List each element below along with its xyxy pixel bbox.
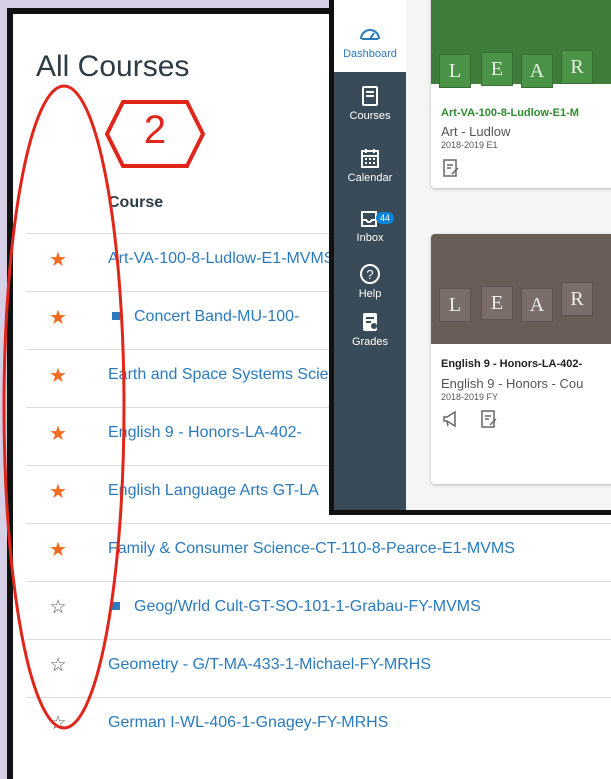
svg-text:?: ? [366, 267, 373, 282]
inbox-count-badge: 44 [376, 212, 395, 224]
course-link[interactable]: Geog/Wrld Cult-GT-SO-101-1-Grabau-FY-MVM… [108, 598, 481, 616]
course-card-term: 2018-2019 FY [441, 392, 499, 402]
course-card-title[interactable]: English 9 - Honors-LA-402- [441, 358, 582, 370]
nav-help-label: Help [358, 288, 382, 300]
announcements-icon[interactable] [441, 409, 461, 429]
unfavorited-star-icon[interactable]: ☆ [48, 714, 68, 734]
scrabble-tile: E [481, 52, 513, 86]
favorite-star-icon[interactable]: ★ [48, 366, 68, 386]
nav-inbox-label: Inbox [356, 232, 384, 244]
nav-calendar[interactable]: Calendar [334, 146, 406, 184]
course-row: ☆ Geometry - G/T-MA-433-1-Michael-FY-MRH… [26, 639, 611, 697]
scrabble-tile: E [481, 286, 513, 320]
course-color-square-icon [112, 311, 120, 320]
scrabble-tile: L [439, 54, 471, 88]
course-link-label: Concert Band-MU-100- [134, 308, 300, 325]
scrabble-tile: L [439, 288, 471, 322]
nav-inbox[interactable]: 44 Inbox [334, 206, 406, 244]
nav-courses[interactable]: Courses [334, 84, 406, 122]
favorite-star-icon[interactable]: ★ [48, 424, 68, 444]
course-link[interactable]: Art-VA-100-8-Ludlow-E1-MVMS [108, 250, 334, 268]
nav-courses-label: Courses [349, 110, 391, 122]
help-icon: ? [360, 264, 380, 284]
course-card-title[interactable]: Art-VA-100-8-Ludlow-E1-M [441, 107, 579, 119]
dashboard-overlay: Dashboard Courses Calendar 44 Inbox ? He… [329, 0, 611, 515]
calendar-icon [361, 149, 379, 168]
course-card-image: L E A R [431, 0, 611, 88]
course-column-header[interactable]: Course [108, 194, 163, 212]
course-card-image: L E A R [431, 234, 611, 344]
course-link[interactable]: Family & Consumer Science-CT-110-8-Pearc… [108, 540, 515, 558]
course-link[interactable]: German I-WL-406-1-Gnagey-FY-MRHS [108, 714, 388, 732]
course-color-square-icon [112, 601, 120, 610]
scrabble-tile: A [521, 54, 553, 88]
course-link-label: Geog/Wrld Cult-GT-SO-101-1-Grabau-FY-MVM… [134, 598, 481, 615]
course-link[interactable]: Geometry - G/T-MA-433-1-Michael-FY-MRHS [108, 656, 431, 674]
assignments-icon[interactable] [479, 409, 499, 429]
nav-grades-label: Grades [351, 336, 389, 348]
course-card[interactable]: L E A R English 9 - Honors-LA-402- Engli… [431, 234, 611, 484]
dashboard-icon [360, 29, 380, 40]
nav-dashboard-label: Dashboard [343, 48, 397, 60]
favorite-star-icon[interactable]: ★ [48, 308, 68, 328]
annotation-number: 2 [143, 108, 167, 152]
page-title: All Courses [36, 50, 190, 83]
course-link[interactable]: English 9 - Honors-LA-402- [108, 424, 302, 442]
course-row: ★ Family & Consumer Science-CT-110-8-Pea… [26, 523, 611, 581]
scrabble-tile: A [521, 288, 553, 322]
grades-icon [363, 313, 377, 331]
course-card-subtitle: Art - Ludlow [441, 124, 511, 139]
favorite-star-icon[interactable]: ★ [48, 250, 68, 270]
course-row: ☆ German I-WL-406-1-Gnagey-FY-MRHS [26, 697, 611, 755]
scrabble-tile: R [561, 282, 593, 316]
unfavorited-star-icon[interactable]: ☆ [48, 598, 68, 618]
favorite-star-icon[interactable]: ★ [48, 540, 68, 560]
courses-icon [362, 86, 378, 106]
nav-grades[interactable]: Grades [334, 310, 406, 348]
favorite-star-icon[interactable]: ★ [48, 482, 68, 502]
nav-help[interactable]: ? Help [334, 262, 406, 300]
nav-dashboard[interactable]: Dashboard [334, 0, 406, 72]
unfavorited-star-icon[interactable]: ☆ [48, 656, 68, 676]
scrabble-tile: R [561, 50, 593, 84]
global-nav: Dashboard Courses Calendar 44 Inbox ? He… [334, 0, 406, 510]
course-link[interactable]: English Language Arts GT-LA [108, 482, 319, 500]
course-link[interactable]: Concert Band-MU-100- [108, 308, 299, 326]
course-card[interactable]: L E A R Art-VA-100-8-Ludlow-E1-M Art - L… [431, 0, 611, 188]
assignments-icon[interactable] [441, 158, 461, 178]
course-row: ☆ Geog/Wrld Cult-GT-SO-101-1-Grabau-FY-M… [26, 581, 611, 639]
nav-calendar-label: Calendar [347, 172, 393, 184]
course-card-subtitle: English 9 - Honors - Cou [441, 376, 584, 391]
course-card-term: 2018-2019 E1 [441, 140, 498, 150]
